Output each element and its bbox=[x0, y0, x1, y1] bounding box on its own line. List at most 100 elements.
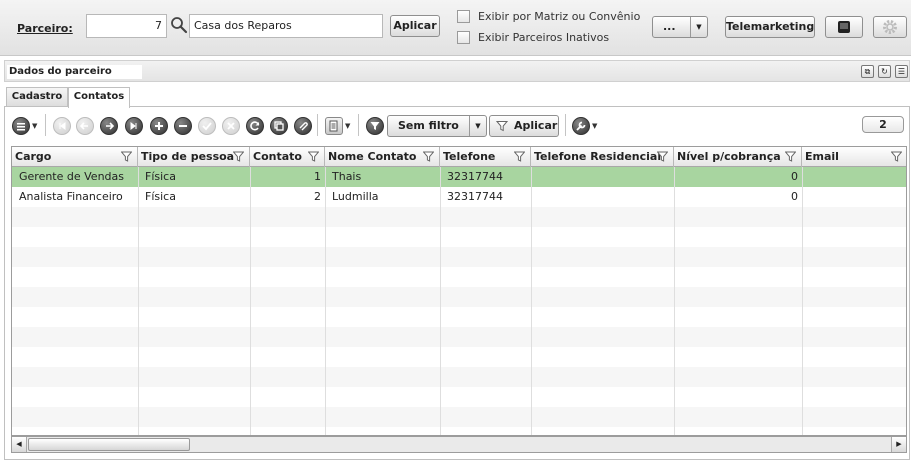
parceiro-label[interactable]: Parceiro: bbox=[17, 22, 73, 35]
filter-icon[interactable] bbox=[366, 117, 384, 135]
settings-button[interactable] bbox=[873, 16, 907, 38]
column-header-label: Cargo bbox=[15, 150, 52, 163]
column-header-label: Telefone Residencial bbox=[534, 150, 662, 163]
cell-telefone: 32317744 bbox=[447, 190, 503, 203]
scroll-thumb[interactable] bbox=[28, 438, 190, 451]
column-filter-icon[interactable] bbox=[514, 151, 525, 162]
column-header-label: Contato bbox=[253, 150, 302, 163]
cell-contato: 1 bbox=[314, 170, 321, 183]
previous-record-icon[interactable] bbox=[76, 117, 94, 135]
empty-row bbox=[12, 227, 906, 247]
apply-filter-button[interactable]: Aplicar bbox=[390, 15, 440, 37]
panel-title: Dados do parceiro bbox=[7, 65, 142, 79]
parceiro-code-input[interactable]: 7 bbox=[86, 14, 167, 38]
cancel-icon[interactable] bbox=[222, 117, 240, 135]
inativos-checkbox-label: Exibir Parceiros Inativos bbox=[478, 31, 610, 44]
apply-grid-filter-button[interactable]: Aplicar bbox=[489, 115, 559, 137]
report-icon[interactable] bbox=[325, 117, 343, 135]
empty-row bbox=[12, 307, 906, 327]
telemarketing-button[interactable]: Telemarketing bbox=[725, 16, 815, 38]
column-header-cargo[interactable]: Cargo bbox=[12, 147, 138, 167]
cell-telefone-residencial bbox=[531, 167, 674, 187]
add-record-icon[interactable] bbox=[150, 117, 168, 135]
cell-tipo: Física bbox=[145, 190, 176, 203]
scroll-left-icon[interactable]: ◀ bbox=[12, 437, 27, 452]
table-row[interactable]: Gerente de Vendas Física 1 Thais 3231774… bbox=[12, 167, 906, 187]
next-record-icon[interactable] bbox=[100, 117, 118, 135]
more-options-label: ... bbox=[663, 20, 676, 33]
record-count-badge: 2 bbox=[862, 116, 904, 133]
table-row[interactable]: Analista Financeiro Física 2 Ludmilla 32… bbox=[12, 187, 906, 207]
empty-row bbox=[12, 207, 906, 227]
column-header-label: Email bbox=[805, 150, 839, 163]
column-filter-icon[interactable] bbox=[657, 151, 668, 162]
matriz-checkbox-label: Exibir por Matriz ou Convênio bbox=[478, 10, 641, 23]
cell-nome: Ludmilla bbox=[332, 190, 379, 203]
cell-nome: Thais bbox=[332, 170, 362, 183]
inativos-checkbox[interactable] bbox=[457, 31, 470, 44]
panel-copy-icon[interactable]: ⧉ bbox=[861, 65, 874, 78]
grid-header: Cargo Tipo de pessoa Contato Nome Contat… bbox=[12, 147, 906, 167]
partner-data-panel-header: Dados do parceiro ⧉ ↻ ☰ bbox=[4, 60, 910, 82]
column-filter-icon[interactable] bbox=[308, 151, 319, 162]
tab-contatos[interactable]: Contatos bbox=[68, 87, 130, 108]
matriz-checkbox[interactable] bbox=[457, 10, 470, 23]
remove-record-icon[interactable] bbox=[174, 117, 192, 135]
contacts-grid: Cargo Tipo de pessoa Contato Nome Contat… bbox=[11, 146, 907, 436]
funnel-icon bbox=[496, 121, 508, 132]
toolbar-separator bbox=[565, 114, 566, 136]
cell-cargo: Analista Financeiro bbox=[19, 190, 123, 203]
panel-refresh-icon[interactable]: ↻ bbox=[878, 65, 891, 78]
empty-row bbox=[12, 367, 906, 387]
cell-cargo: Gerente de Vendas bbox=[19, 170, 124, 183]
tab-cadastro[interactable]: Cadastro bbox=[6, 87, 68, 107]
last-record-icon[interactable] bbox=[125, 117, 143, 135]
column-header-nivel[interactable]: Nível p/cobrança bbox=[674, 147, 802, 167]
empty-row bbox=[12, 267, 906, 287]
toolbar-separator bbox=[45, 114, 46, 136]
column-divider bbox=[440, 167, 441, 435]
chevron-down-icon: ▼ bbox=[469, 116, 486, 136]
wrench-icon[interactable] bbox=[572, 117, 590, 135]
grid-menu-icon[interactable] bbox=[12, 117, 30, 135]
attach-icon[interactable] bbox=[294, 117, 312, 135]
first-record-icon[interactable] bbox=[53, 117, 71, 135]
search-icon[interactable] bbox=[170, 16, 188, 34]
empty-row bbox=[12, 407, 906, 427]
column-filter-icon[interactable] bbox=[785, 151, 796, 162]
column-filter-icon[interactable] bbox=[423, 151, 434, 162]
column-divider bbox=[531, 167, 532, 435]
mobile-device-button[interactable] bbox=[825, 16, 863, 38]
cell-email bbox=[802, 187, 906, 207]
refresh-icon[interactable] bbox=[246, 117, 264, 135]
column-filter-icon[interactable] bbox=[233, 151, 244, 162]
report-dropdown-icon[interactable]: ▼ bbox=[345, 122, 350, 130]
column-divider bbox=[674, 167, 675, 435]
cell-tipo: Física bbox=[145, 170, 176, 183]
column-filter-icon[interactable] bbox=[121, 151, 132, 162]
apply-grid-filter-label: Aplicar bbox=[514, 119, 558, 132]
confirm-icon[interactable] bbox=[198, 117, 216, 135]
column-header-telefone-residencial[interactable]: Telefone Residencial bbox=[531, 147, 674, 167]
column-filter-icon[interactable] bbox=[891, 151, 902, 162]
column-divider bbox=[325, 167, 326, 435]
toolbar-separator bbox=[317, 114, 318, 136]
tools-dropdown-icon[interactable]: ▼ bbox=[592, 122, 597, 130]
toolbar-separator bbox=[358, 114, 359, 136]
horizontal-scrollbar[interactable]: ◀ ▶ bbox=[11, 436, 907, 453]
column-header-label: Nome Contato bbox=[328, 150, 417, 163]
panel-list-icon[interactable]: ☰ bbox=[895, 65, 908, 78]
column-divider bbox=[250, 167, 251, 435]
duplicate-icon[interactable] bbox=[270, 117, 288, 135]
more-options-button[interactable]: ... ▼ bbox=[652, 16, 708, 38]
empty-row bbox=[12, 327, 906, 347]
empty-row bbox=[12, 387, 906, 407]
scroll-right-icon[interactable]: ▶ bbox=[891, 437, 906, 452]
filter-select[interactable]: Sem filtro ▼ bbox=[387, 115, 487, 137]
empty-row bbox=[12, 347, 906, 367]
cell-contato: 2 bbox=[314, 190, 321, 203]
device-icon bbox=[838, 21, 850, 33]
grid-menu-dropdown-icon[interactable]: ▼ bbox=[32, 122, 37, 130]
filter-select-value: Sem filtro bbox=[398, 119, 459, 132]
parceiro-name-input[interactable]: Casa dos Reparos bbox=[189, 14, 383, 38]
